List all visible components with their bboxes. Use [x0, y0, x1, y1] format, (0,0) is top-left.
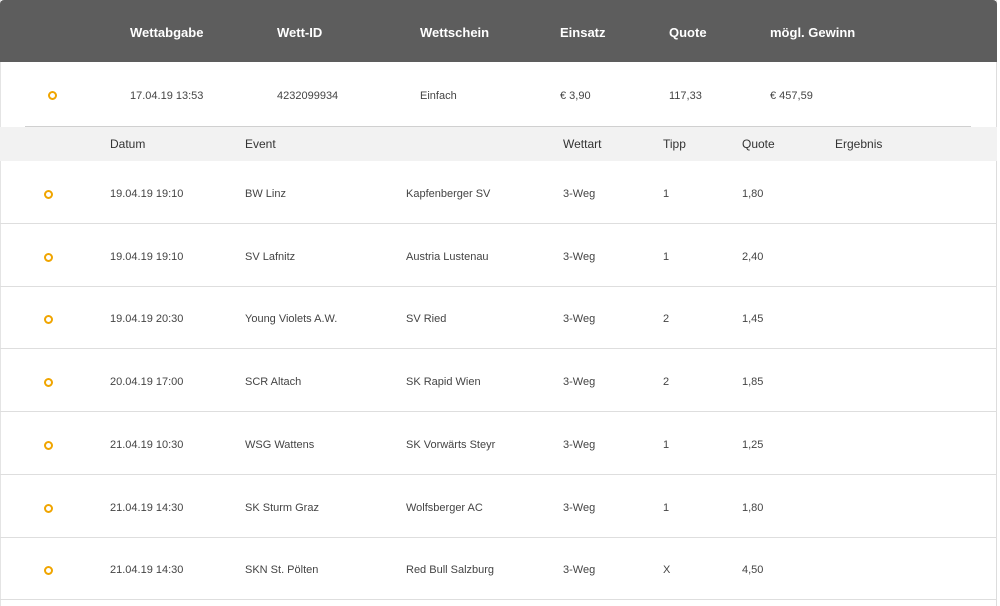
subheader-wettart: Wettart	[563, 137, 602, 151]
table-row[interactable]: 19.04.19 19:10 BW Linz Kapfenberger SV 3-We…	[0, 161, 997, 224]
header-quote: Quote	[669, 25, 707, 40]
pending-circle-icon	[44, 503, 53, 513]
header-einsatz: Einsatz	[560, 25, 606, 40]
row-away: SK Rapid Wien	[406, 376, 481, 389]
table-row[interactable]: 21.04.19 14:30 SKN St. Pölten Red Bull Sal…	[0, 537, 997, 601]
pending-circle-icon	[44, 566, 53, 576]
row-away: Austria Lustenau	[406, 250, 489, 263]
row-home: SCR Altach	[245, 376, 302, 389]
row-quote: 1,25	[742, 438, 764, 451]
row-away: Wolfsberger AC	[406, 501, 483, 514]
row-tipp: 1	[663, 501, 670, 514]
row-home: SK Sturm Graz	[245, 501, 319, 514]
row-home: SV Lafnitz	[245, 250, 296, 263]
events-subheader: Datum Event Wettart Tipp Quote Ergebnis	[0, 127, 997, 161]
summary-quote: 117,33	[669, 90, 702, 102]
row-datum: 19.04.19 19:10	[110, 250, 184, 263]
row-wettart: 3-Weg	[563, 438, 596, 451]
summary-wettschein: Einfach	[420, 90, 457, 102]
summary-einsatz: € 3,90	[560, 90, 591, 102]
header-gewinn: mögl. Gewinn	[770, 25, 856, 40]
row-away: Red Bull Salzburg	[406, 564, 495, 577]
bet-summary-row[interactable]: 17.04.19 13:53 4232099934 Einfach € 3,90…	[0, 62, 997, 127]
summary-gewinn: € 457,59	[770, 90, 813, 102]
pending-circle-icon	[44, 378, 53, 388]
row-quote: 4,50	[742, 564, 764, 577]
row-tipp: 1	[663, 250, 670, 263]
row-tipp: 1	[663, 188, 670, 200]
row-away: SV Ried	[406, 313, 447, 326]
table-row[interactable]: 21.04.19 14:30 SK Sturm Graz Wolfsberger A…	[0, 475, 997, 538]
bet-detail-panel: Wettabgabe Wett-ID Wettschein Einsatz Qu…	[0, 0, 1000, 606]
subheader-datum: Datum	[110, 137, 146, 151]
subheader-tipp: Tipp	[663, 137, 686, 151]
row-tipp: 2	[663, 376, 670, 389]
header-wettabgabe: Wettabgabe	[130, 25, 204, 40]
row-datum: 21.04.19 10:30	[110, 438, 184, 451]
table-row[interactable]: 19.04.19 20:30 Young Violets A.W. SV Ried 3…	[0, 286, 997, 350]
header-wettschein: Wettschein	[420, 25, 490, 40]
row-quote: 1,85	[742, 376, 764, 389]
row-wettart: 3-Weg	[563, 188, 596, 200]
row-wettart: 3-Weg	[563, 501, 596, 514]
header-wett-id: Wett-ID	[277, 25, 323, 40]
row-home: WSG Wattens	[245, 438, 315, 451]
table-row[interactable]: 19.04.19 19:10 SV Lafnitz Austria Lustenau…	[0, 224, 997, 287]
row-home: BW Linz	[245, 188, 286, 200]
row-away: SK Vorwärts Steyr	[406, 438, 496, 451]
bet-table-header: Wettabgabe Wett-ID Wettschein Einsatz Qu…	[0, 0, 997, 62]
pending-circle-icon	[44, 315, 53, 325]
row-quote: 1,45	[742, 313, 764, 326]
pending-circle-icon	[44, 190, 53, 199]
row-quote: 2,40	[742, 250, 764, 263]
pending-circle-icon	[44, 440, 53, 450]
subheader-quote: Quote	[742, 137, 775, 151]
row-wettart: 3-Weg	[563, 250, 596, 263]
row-quote: 1,80	[742, 501, 764, 514]
row-home: SKN St. Pölten	[245, 564, 319, 577]
summary-wettabgabe: 17.04.19 13:53	[130, 90, 204, 102]
subheader-ergebnis: Ergebnis	[835, 137, 883, 151]
row-datum: 20.04.19 17:00	[110, 376, 184, 389]
subheader-event: Event	[245, 137, 276, 151]
table-row[interactable]: 21.04.19 10:30 WSG Wattens SK Vorwärts Ste…	[0, 412, 997, 475]
row-wettart: 3-Weg	[563, 376, 596, 389]
pending-circle-icon	[48, 91, 57, 100]
pending-circle-icon	[44, 252, 53, 262]
row-datum: 19.04.19 20:30	[110, 313, 184, 326]
row-home: Young Violets A.W.	[245, 313, 338, 326]
row-tipp: 2	[663, 313, 670, 326]
row-quote: 1,80	[742, 188, 764, 200]
row-wettart: 3-Weg	[563, 564, 596, 577]
row-datum: 19.04.19 19:10	[110, 188, 184, 200]
row-wettart: 3-Weg	[563, 313, 596, 326]
row-datum: 21.04.19 14:30	[110, 564, 184, 577]
row-tipp: 1	[663, 438, 670, 451]
table-row[interactable]: 20.04.19 17:00 SCR Altach SK Rapid Wien 3-W…	[0, 349, 997, 413]
summary-wett-id: 4232099934	[277, 90, 339, 102]
row-tipp: X	[663, 564, 671, 577]
row-datum: 21.04.19 14:30	[110, 501, 184, 514]
row-away: Kapfenberger SV	[406, 188, 491, 200]
